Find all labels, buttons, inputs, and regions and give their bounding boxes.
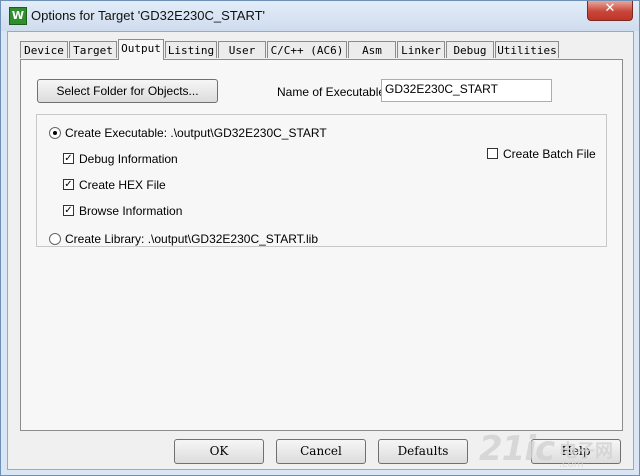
debug-information-checkbox[interactable]: ✓	[63, 153, 74, 164]
tab-device[interactable]: Device	[20, 41, 68, 58]
keil-app-icon: W	[9, 7, 27, 25]
debug-information-label: Debug Information	[79, 152, 178, 166]
dialog-client-area: Device Target Output Listing User C/C++ …	[7, 31, 634, 470]
tab-listing[interactable]: Listing	[165, 41, 217, 58]
window-title: Options for Target 'GD32E230C_START'	[31, 8, 266, 23]
tab-debug[interactable]: Debug	[446, 41, 494, 58]
site-watermark: 21ic 电子网 .com	[479, 429, 631, 471]
create-hex-checkbox[interactable]: ✓	[63, 179, 74, 190]
create-hex-label: Create HEX File	[79, 178, 166, 192]
title-bar[interactable]: W Options for Target 'GD32E230C_START' ✕	[1, 1, 639, 31]
tab-user[interactable]: User	[218, 41, 266, 58]
tab-utilities[interactable]: Utilities	[495, 41, 559, 58]
tab-output[interactable]: Output	[118, 39, 164, 60]
output-tab-panel: Select Folder for Objects... Name of Exe…	[20, 59, 623, 431]
create-batch-file-label: Create Batch File	[503, 147, 596, 161]
create-library-radio[interactable]	[49, 233, 61, 245]
watermark-domain: .com	[559, 459, 584, 470]
watermark-logo: 21ic	[479, 429, 555, 469]
name-of-executable-field[interactable]: GD32E230C_START	[381, 79, 552, 102]
tab-linker[interactable]: Linker	[397, 41, 445, 58]
radio-selected-dot	[53, 131, 57, 135]
browse-information-checkbox[interactable]: ✓	[63, 205, 74, 216]
tab-cpp[interactable]: C/C++ (AC6)	[267, 41, 347, 58]
create-library-label: Create Library: .\output\GD32E230C_START…	[65, 232, 319, 246]
browse-information-label: Browse Information	[79, 204, 183, 218]
close-button[interactable]: ✕	[587, 1, 633, 21]
create-executable-label: Create Executable: .\output\GD32E230C_ST…	[65, 126, 327, 140]
name-of-executable-label: Name of Executable:	[277, 85, 389, 99]
create-batch-file-checkbox[interactable]	[487, 148, 498, 159]
ok-button[interactable]: OK	[174, 439, 264, 464]
select-folder-button[interactable]: Select Folder for Objects...	[37, 79, 218, 103]
defaults-button[interactable]: Defaults	[378, 439, 468, 464]
cancel-button[interactable]: Cancel	[276, 439, 366, 464]
create-options-group: Create Executable: .\output\GD32E230C_ST…	[36, 114, 607, 247]
create-executable-radio[interactable]	[49, 127, 61, 139]
tab-target[interactable]: Target	[69, 41, 117, 58]
options-dialog: W Options for Target 'GD32E230C_START' ✕…	[0, 0, 640, 476]
tab-asm[interactable]: Asm	[348, 41, 396, 58]
